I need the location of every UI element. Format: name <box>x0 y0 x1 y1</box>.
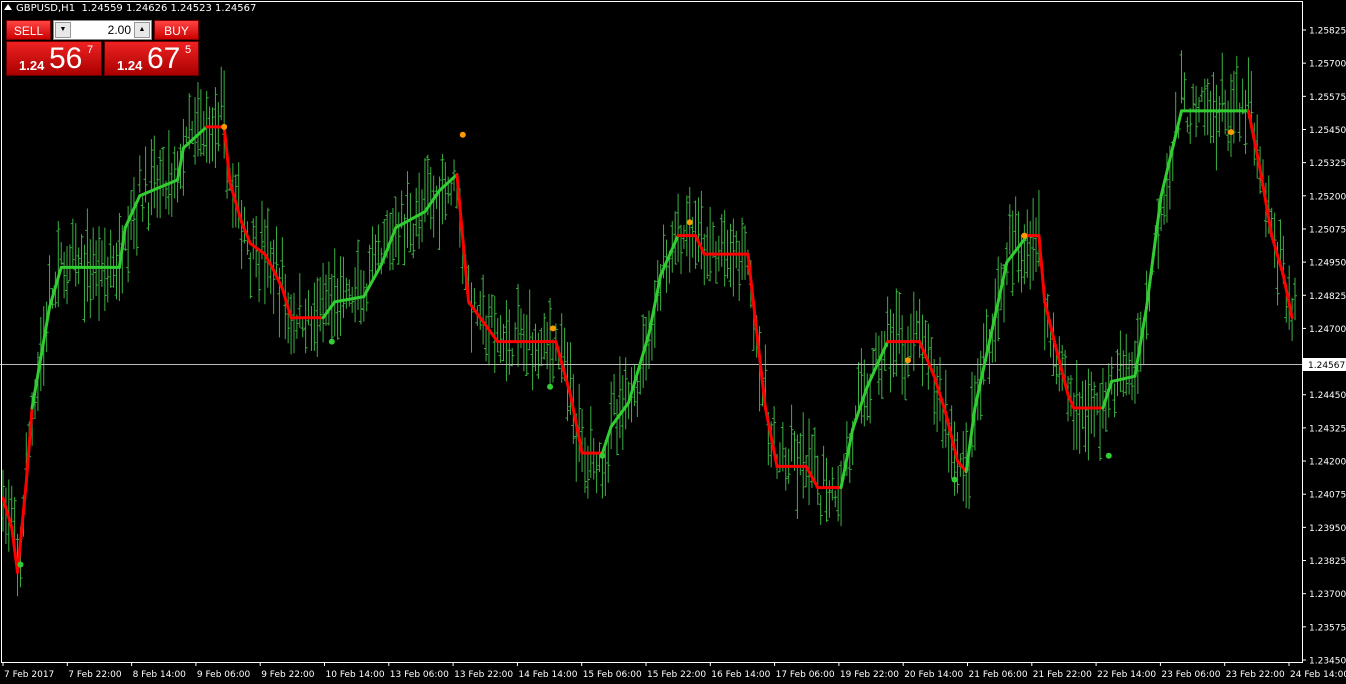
sell-quote[interactable]: 1.24 56 7 <box>6 41 102 76</box>
y-tick-label: 1.24700 <box>1309 325 1346 335</box>
sell-signal-dot <box>459 131 466 138</box>
sell-signal-dot <box>1021 232 1028 239</box>
x-tick-label: 14 Feb 14:00 <box>518 670 577 680</box>
x-tick-label: 13 Feb 22:00 <box>454 670 513 680</box>
buy-signal-dot <box>328 338 335 345</box>
x-tick-label: 24 Feb 14:00 <box>1290 670 1346 680</box>
current-price-label: 1.24567 <box>1303 358 1346 371</box>
x-tick-label: 17 Feb 06:00 <box>776 670 835 680</box>
y-tick-label: 1.25700 <box>1309 60 1346 70</box>
y-tick-label: 1.24200 <box>1309 458 1346 468</box>
buy-quote-pip: 5 <box>185 44 192 56</box>
trend-segment <box>600 425 613 455</box>
trend-segment <box>1145 194 1163 309</box>
y-tick-label: 1.25075 <box>1309 225 1346 235</box>
price-bars <box>1 50 1297 597</box>
y-tick-label: 1.23950 <box>1309 524 1346 534</box>
x-tick-label: 13 Feb 06:00 <box>390 670 449 680</box>
time-axis[interactable]: 7 Feb 2017 7 Feb 22:00 8 Feb 14:00 9 Feb 06… <box>2 662 1346 680</box>
y-tick-label: 1.23575 <box>1309 623 1346 633</box>
one-click-trading-panel: SELL ▼ 2.00 ▲ BUY 1.24 56 7 1.24 67 5 <box>6 20 199 76</box>
x-tick-label: 22 Feb 14:00 <box>1097 670 1156 680</box>
trend-segment <box>248 242 267 256</box>
x-tick-label: 9 Feb 06:00 <box>197 670 251 680</box>
y-tick-label: 1.24075 <box>1309 491 1346 501</box>
trend-segment <box>554 340 572 397</box>
x-tick-label: 16 Feb 14:00 <box>711 670 770 680</box>
signal-dots <box>17 123 1234 568</box>
lot-size-field[interactable]: ▼ 2.00 ▲ <box>53 20 152 40</box>
trend-line <box>1 109 1294 574</box>
buy-button[interactable]: BUY <box>154 20 199 40</box>
collapse-triangle-icon[interactable] <box>4 4 12 10</box>
buy-quote-big: 67 <box>147 42 181 75</box>
x-tick-label: 21 Feb 06:00 <box>969 670 1028 680</box>
x-tick-label: 7 Feb 22:00 <box>68 670 122 680</box>
current-price-text: 1.24567 <box>1308 361 1345 371</box>
lot-decrease-icon[interactable]: ▼ <box>55 22 71 38</box>
y-tick-label: 1.23825 <box>1309 557 1346 567</box>
trend-segment <box>423 188 441 214</box>
x-tick-label: 20 Feb 14:00 <box>904 670 963 680</box>
x-tick-label: 7 Feb 2017 <box>4 670 54 680</box>
y-tick-label: 1.24825 <box>1309 292 1346 302</box>
buy-signal-dot <box>599 452 606 459</box>
trend-segment <box>1037 234 1047 304</box>
trend-segment <box>24 406 34 484</box>
trend-segment <box>1 496 14 529</box>
y-tick-label: 1.24950 <box>1309 259 1346 269</box>
buy-signal-dot <box>951 476 958 483</box>
trend-segment <box>16 480 28 574</box>
buy-signal-dot <box>547 383 554 390</box>
trend-segment <box>1281 273 1294 320</box>
buy-quote[interactable]: 1.24 67 5 <box>104 41 199 76</box>
x-tick-label: 21 Feb 22:00 <box>1033 670 1092 680</box>
y-tick-label: 1.24450 <box>1309 391 1346 401</box>
x-tick-label: 9 Feb 22:00 <box>261 670 315 680</box>
y-tick-label: 1.25450 <box>1309 126 1346 136</box>
sell-signal-dot <box>221 123 228 130</box>
y-tick-label: 1.25575 <box>1309 93 1346 103</box>
y-tick-label: 1.25825 <box>1309 27 1346 37</box>
trend-segment <box>123 194 142 230</box>
sell-quote-prefix: 1.24 <box>19 58 45 73</box>
buy-quote-prefix: 1.24 <box>117 58 143 73</box>
x-tick-label: 19 Feb 22:00 <box>840 670 899 680</box>
price-chart[interactable]: 1.25825 1.25700 1.25575 1.25450 1.25325 1.252… <box>0 0 1346 684</box>
trend-segment <box>990 260 1009 330</box>
x-tick-label: 15 Feb 22:00 <box>647 670 706 680</box>
trend-segment <box>746 252 767 410</box>
trend-segment <box>964 406 977 474</box>
x-tick-label: 10 Feb 14:00 <box>326 670 385 680</box>
x-tick-label: 15 Feb 06:00 <box>583 670 642 680</box>
y-tick-label: 1.25200 <box>1309 192 1346 202</box>
trend-segment <box>280 287 293 320</box>
x-tick-label: 23 Feb 22:00 <box>1226 670 1285 680</box>
symbol-label: GBPUSD,H1 <box>16 3 76 14</box>
lot-value[interactable]: 2.00 <box>72 21 133 39</box>
trend-segment <box>851 385 869 431</box>
x-tick-label: 23 Feb 06:00 <box>1161 670 1220 680</box>
chart-header: GBPUSD,H1 1.24559 1.24626 1.24523 1.2456… <box>4 3 256 14</box>
sell-quote-big: 56 <box>49 42 83 75</box>
ohlc-values: 1.24559 1.24626 1.24523 1.24567 <box>81 3 257 14</box>
y-tick-label: 1.23700 <box>1309 590 1346 600</box>
trend-segment <box>1101 379 1114 410</box>
y-tick-label: 1.25325 <box>1309 159 1346 169</box>
trend-segment <box>1159 109 1184 198</box>
sell-signal-dot <box>904 357 911 364</box>
buy-signal-dot <box>17 561 24 568</box>
sell-quote-pip: 7 <box>87 44 94 56</box>
buy-signal-dot <box>1105 452 1112 459</box>
price-axis[interactable]: 1.25825 1.25700 1.25575 1.25450 1.25325 1.252… <box>1302 27 1346 667</box>
sell-signal-dot <box>549 325 556 332</box>
sell-signal-dot <box>686 219 693 226</box>
x-tick-label: 8 Feb 14:00 <box>133 670 187 680</box>
sell-button[interactable]: SELL <box>6 20 51 40</box>
y-tick-label: 1.24325 <box>1309 424 1346 434</box>
trend-segment <box>918 340 936 378</box>
sell-signal-dot <box>1227 129 1234 136</box>
lot-increase-icon[interactable]: ▲ <box>134 22 150 38</box>
y-tick-label: 1.23450 <box>1309 657 1346 667</box>
